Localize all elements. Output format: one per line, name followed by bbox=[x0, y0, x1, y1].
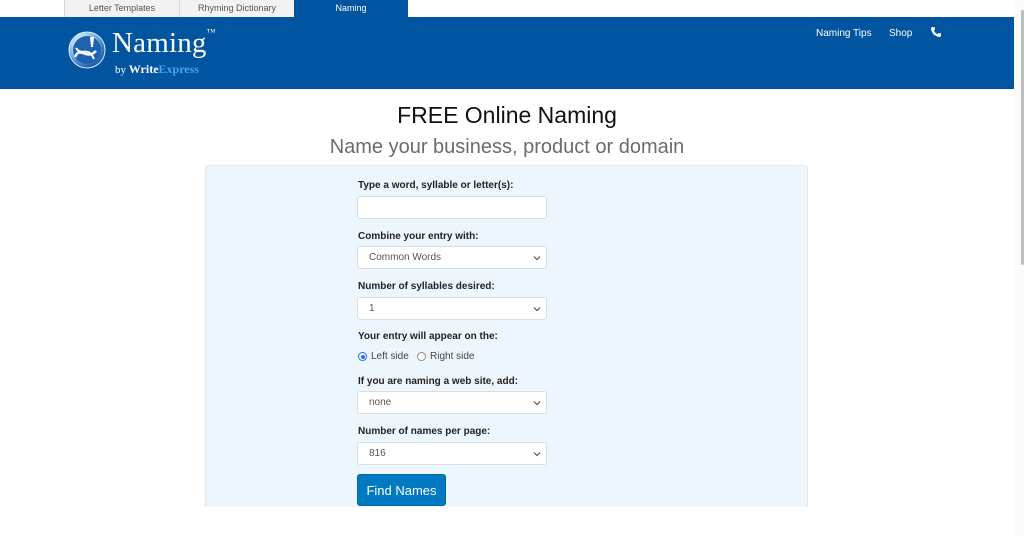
right-side-label[interactable]: Right side bbox=[430, 351, 474, 362]
site-header: Naming™ by WriteExpress Naming Tips Shop bbox=[0, 17, 1014, 89]
chevron-down-icon bbox=[533, 452, 541, 457]
right-side-radio[interactable] bbox=[417, 352, 426, 361]
site-tabs: Letter Templates Rhyming Dictionary Nami… bbox=[0, 0, 1024, 17]
syllables-selected: 1 bbox=[369, 303, 375, 314]
quill-globe-icon bbox=[68, 31, 106, 69]
domain-select[interactable]: none bbox=[357, 391, 547, 414]
left-side-radio[interactable] bbox=[358, 352, 367, 361]
nav-naming-tips[interactable]: Naming Tips bbox=[816, 28, 872, 39]
chevron-down-icon bbox=[533, 401, 541, 406]
per-page-selected: 816 bbox=[369, 448, 386, 459]
page-title: FREE Online Naming bbox=[397, 102, 617, 128]
combine-select[interactable]: Common Words bbox=[357, 246, 547, 269]
logo[interactable]: Naming™ by WriteExpress bbox=[68, 27, 238, 79]
nav-shop[interactable]: Shop bbox=[889, 28, 912, 39]
tab-naming[interactable]: Naming bbox=[294, 0, 408, 17]
page-subtitle: Name your business, product or domain bbox=[329, 136, 685, 158]
syllables-label: Number of syllables desired: bbox=[358, 281, 495, 292]
left-side-label[interactable]: Left side bbox=[371, 351, 409, 362]
syllables-select[interactable]: 1 bbox=[357, 297, 547, 320]
combine-selected: Common Words bbox=[369, 252, 442, 263]
chevron-down-icon bbox=[533, 307, 541, 312]
word-input[interactable] bbox=[357, 196, 547, 219]
tab-letter-templates[interactable]: Letter Templates bbox=[64, 0, 179, 17]
per-page-select[interactable]: 816 bbox=[357, 442, 547, 465]
domain-label: If you are naming a web site, add: bbox=[358, 376, 519, 387]
logo-byline: by WriteExpress bbox=[115, 62, 199, 76]
phone-icon[interactable] bbox=[930, 26, 942, 38]
domain-selected: none bbox=[369, 397, 392, 408]
word-label: Type a word, syllable or letter(s): bbox=[358, 180, 514, 191]
position-label: Your entry will appear on the: bbox=[358, 331, 498, 342]
tab-rhyming-dictionary[interactable]: Rhyming Dictionary bbox=[179, 0, 294, 17]
combine-label: Combine your entry with: bbox=[358, 231, 479, 242]
logo-title: Naming™ bbox=[112, 27, 216, 59]
per-page-label: Number of names per page: bbox=[358, 426, 491, 437]
find-names-button[interactable]: Find Names bbox=[357, 474, 446, 506]
chevron-down-icon bbox=[533, 256, 541, 261]
